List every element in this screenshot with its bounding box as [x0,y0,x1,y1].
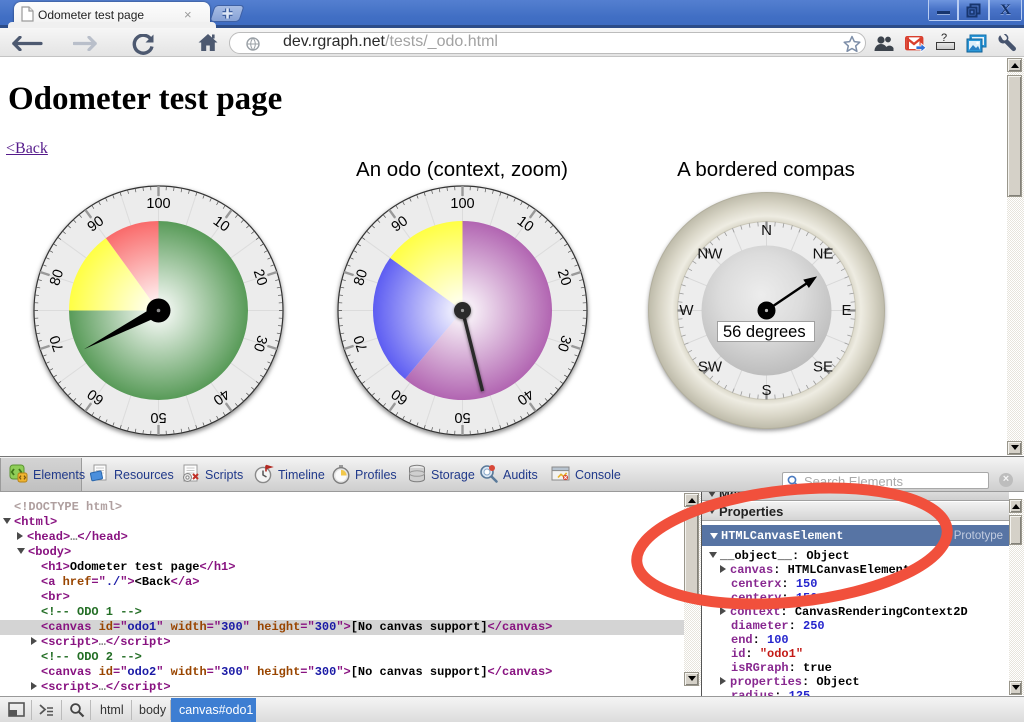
svg-text:50: 50 [454,409,470,425]
svg-text:E: E [841,302,851,319]
svg-text:NE: NE [813,245,834,262]
svg-text:N: N [761,222,772,239]
svg-text:SE: SE [813,359,833,376]
svg-text:SW: SW [698,359,723,376]
svg-text:S: S [761,382,771,399]
svg-text:W: W [679,302,694,319]
svg-text:50: 50 [150,409,166,425]
svg-text:56 degrees: 56 degrees [723,323,806,341]
svg-text:100: 100 [146,196,170,212]
svg-text:100: 100 [450,196,474,212]
svg-text:NW: NW [697,245,723,262]
